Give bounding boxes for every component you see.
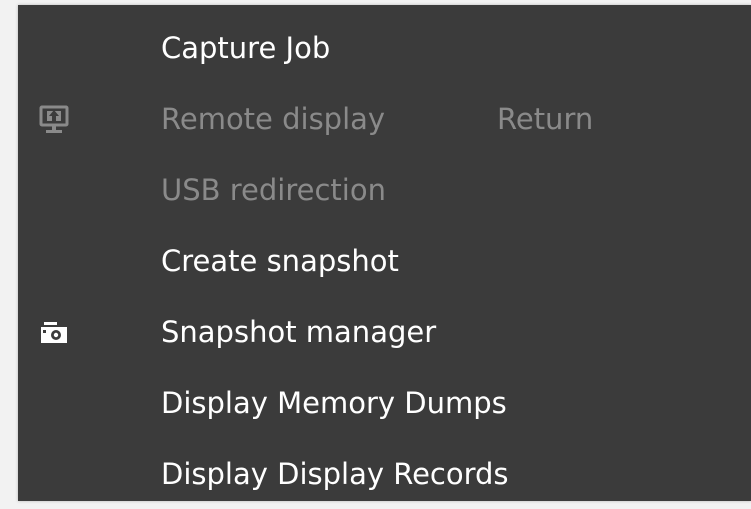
menu-item-capture-job[interactable]: Capture Job	[18, 13, 751, 83]
menu-item-display-memory-dumps[interactable]: Display Memory Dumps	[18, 368, 751, 438]
menu-item-shortcut: Return	[497, 102, 594, 136]
menu-item-display-display-records[interactable]: Display Display Records	[18, 439, 751, 509]
menu-item-label: Create snapshot	[161, 244, 399, 278]
menu-item-label: Remote display	[161, 102, 386, 136]
menu-item-create-snapshot[interactable]: Create snapshot	[18, 226, 751, 296]
menu-item-snapshot-manager[interactable]: Snapshot manager	[18, 297, 751, 367]
remote-display-icon	[38, 102, 72, 136]
menu-item-label: USB redirection	[161, 173, 386, 207]
menu-item-label: Capture Job	[161, 31, 331, 65]
menu-item-label: Display Memory Dumps	[161, 386, 507, 420]
camera-icon	[38, 315, 72, 349]
menu-item-remote-display[interactable]: Remote display Return	[18, 84, 751, 154]
menu-item-label: Display Display Records	[161, 457, 509, 491]
menu-item-usb-redirection[interactable]: USB redirection	[18, 155, 751, 225]
context-menu: Capture Job Remote display Return USB re…	[18, 5, 751, 501]
menu-item-label: Snapshot manager	[161, 315, 437, 349]
